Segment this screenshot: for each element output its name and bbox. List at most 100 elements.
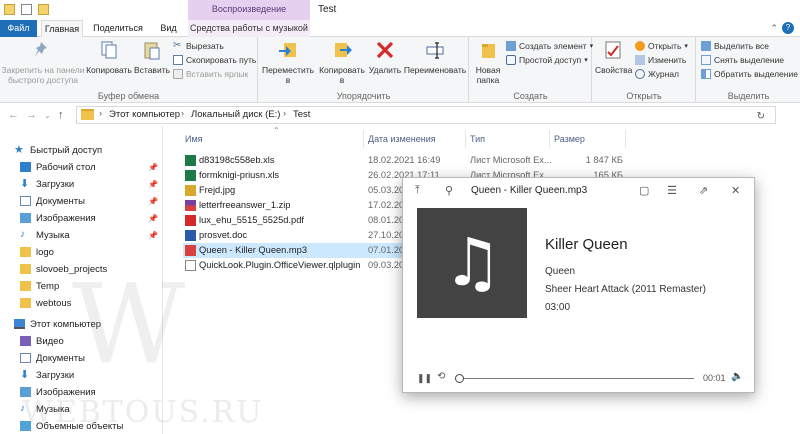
open-group: Свойства Открыть ▾ Изменить Журнал Откры… [593,37,696,103]
tab-home[interactable]: Главная [41,20,83,38]
volume-icon[interactable]: 🔈 [731,371,743,382]
copy-path-button[interactable]: Скопировать путь [173,55,256,65]
refresh-icon[interactable]: ↻ [757,111,765,122]
close-icon[interactable]: ✕ [731,184,740,197]
mp3-icon [185,245,196,256]
quick-access-toolbar [4,4,49,15]
nav-documents[interactable]: Документы [20,193,85,209]
chevron-right-icon[interactable]: › [283,108,286,118]
new-folder-button[interactable]: Новая папка [472,40,504,85]
nav-downloads[interactable]: ⬇ Загрузки [20,176,74,192]
tab-file[interactable]: Файл [0,20,37,37]
properties-icon [605,41,621,59]
open-button[interactable]: Открыть ▾ [635,41,688,51]
invert-selection-button[interactable]: Обратить выделение [701,69,798,79]
nav-folder-temp[interactable]: Temp [20,278,59,294]
chevron-right-icon[interactable]: › [181,108,184,118]
elapsed-time: 00:01 [703,373,726,383]
copy-to-button[interactable]: Копировать в [315,40,369,85]
column-divider[interactable] [363,130,364,148]
window-icon[interactable]: ▢ [639,184,649,197]
file-icon [185,260,196,271]
new-group: Новая папка Создать элемент ▾ Простой до… [470,37,593,103]
computer-icon [14,319,25,329]
desktop-icon [20,162,31,172]
select-group-label: Выделить [727,91,770,101]
edit-button[interactable]: Изменить [635,55,686,65]
chevron-right-icon[interactable]: › [99,108,102,118]
nav-music[interactable]: ♪ Музыка [20,227,70,243]
file-row[interactable]: d83198c558eb.xls 18.02.2021 16:49 Лист M… [183,153,623,168]
breadcrumb-local-disk[interactable]: Локальный диск (E:) [191,109,280,120]
forward-arrow-icon[interactable]: → [26,109,37,121]
folder-icon[interactable] [4,4,15,15]
nav-desktop[interactable]: Рабочий стол [20,159,96,175]
tab-music-tools[interactable]: Средства работы с музыкой [188,20,310,37]
rename-button[interactable]: Переименовать [401,40,469,75]
select-all-button[interactable]: Выделить все [701,41,769,51]
pin-top-icon[interactable]: ⤒ [415,184,420,197]
list-icon[interactable]: ☰ [667,184,677,197]
clipboard-group: Закрепить на панели быстрого доступа Коп… [0,37,258,103]
pin-icon[interactable]: 📌 [148,197,158,206]
pin-icon[interactable]: 📌 [148,163,158,172]
pin-icon[interactable]: 📌 [148,231,158,240]
select-all-icon [701,41,711,51]
nav-folder-logo[interactable]: logo [20,244,54,260]
chevron-up-icon[interactable]: ⌃ [770,23,778,34]
progress-knob[interactable] [455,374,464,383]
nav-pc-downloads[interactable]: ⬇ Загрузки [20,367,74,383]
nav-pictures[interactable]: Изображения [20,210,96,226]
tab-view[interactable]: Вид [156,20,181,37]
nav-quick-access[interactable]: ★ Быстрый доступ [14,142,102,158]
help-icon[interactable]: ? [782,22,794,34]
select-none-button[interactable]: Снять выделение [701,55,784,65]
nav-pc-videos[interactable]: Видео [20,333,64,349]
nav-folder-webtous[interactable]: webtous [20,295,71,311]
paste-shortcut-button[interactable]: Вставить ярлык [173,69,248,79]
back-arrow-icon[interactable]: ← [8,109,19,121]
new-folder-icon [482,44,495,58]
properties-button[interactable]: Свойства [595,40,632,75]
select-all-label: Выделить все [714,41,769,51]
pin-icon[interactable]: ⚲ [445,184,453,197]
tab-share[interactable]: Поделиться [93,20,143,37]
properties-icon[interactable] [21,4,32,15]
column-header-type[interactable]: Тип [470,134,485,144]
repeat-icon[interactable]: ⟲ [437,371,445,382]
copy-button[interactable]: Копировать [84,40,134,75]
breadcrumb-this-pc[interactable]: Этот компьютер [109,109,180,120]
paste-button[interactable]: Вставить [133,40,171,75]
column-divider[interactable] [465,130,466,148]
column-header-size[interactable]: Размер [554,134,585,144]
file-name: letterfreeanswer_1.zip [199,200,291,210]
delete-button[interactable]: Удалить [367,40,403,75]
easy-access-button[interactable]: Простой доступ ▾ [506,55,588,65]
column-divider[interactable] [549,130,550,148]
address-bar[interactable]: › Этот компьютер › Локальный диск (E:) ›… [76,106,776,124]
column-divider[interactable] [625,130,626,148]
watermark-text: WEBTOUS.RU [22,395,264,430]
up-arrow-icon[interactable]: ↑ [58,109,64,121]
share-icon[interactable]: ⇗ [699,184,708,197]
progress-track[interactable] [459,378,694,379]
scissors-icon: ✂ [173,40,182,51]
column-header-name[interactable]: Имя [185,134,203,144]
move-to-label-line2: в [285,75,291,85]
file-date: 18.02.2021 16:49 [368,155,441,165]
folder-icon [20,247,31,257]
breadcrumb-test[interactable]: Test [293,109,310,120]
pause-icon[interactable]: ❚❚ [417,373,432,384]
excel-icon [185,155,196,166]
cut-button[interactable]: ✂ Вырезать [173,40,224,52]
history-button[interactable]: Журнал [635,69,679,79]
column-header-date[interactable]: Дата изменения [368,134,436,144]
new-item-label: Создать элемент [519,41,587,51]
pin-icon[interactable]: 📌 [148,180,158,189]
move-to-button[interactable]: Переместить в [261,40,315,85]
pin-icon[interactable]: 📌 [148,214,158,223]
pin-quick-access-button[interactable]: Закрепить на панели быстрого доступа [0,40,86,85]
new-folder-icon[interactable] [38,4,49,15]
new-item-button[interactable]: Создать элемент ▾ [506,41,593,51]
recent-chevron-icon[interactable]: ⌄ [44,111,51,120]
